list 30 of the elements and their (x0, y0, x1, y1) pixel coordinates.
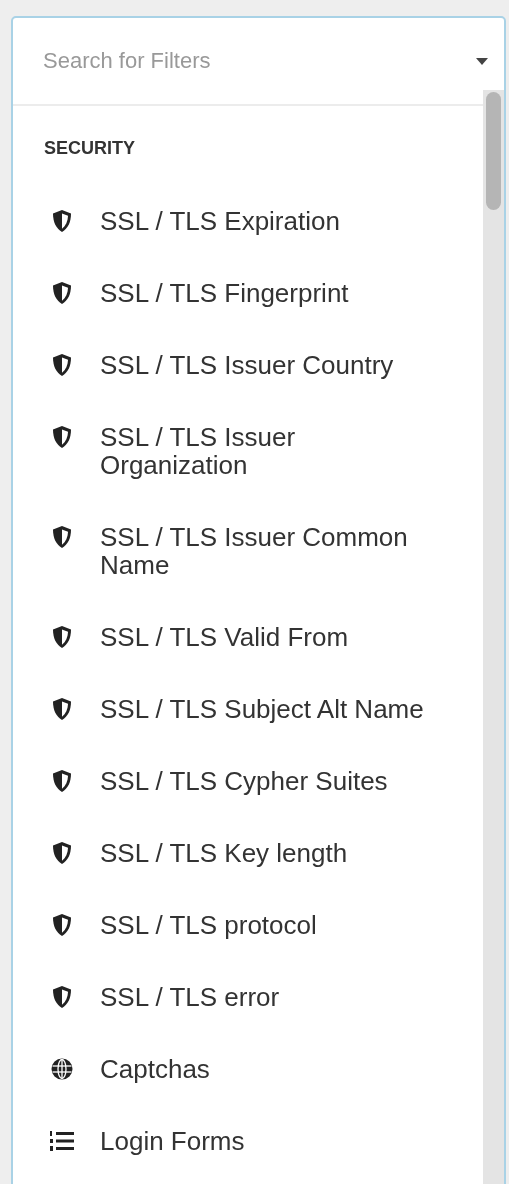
shield-icon (51, 625, 73, 649)
filter-option[interactable]: SSL / TLS Issuer Common Name (100, 523, 436, 579)
shield-icon (51, 281, 73, 305)
shield-icon (51, 697, 73, 721)
search-field[interactable]: Search for Filters (43, 48, 476, 74)
filter-option[interactable]: SSL / TLS Issuer Country (100, 351, 436, 379)
filter-option[interactable]: SSL / TLS Cypher Suites (100, 767, 436, 795)
globe-icon (51, 1058, 73, 1080)
section-heading: SECURITY (43, 137, 136, 160)
filter-option[interactable]: SSL / TLS Expiration (100, 207, 436, 235)
shield-icon (51, 769, 73, 793)
filter-option[interactable]: SSL / TLS Fingerprint (100, 279, 436, 307)
scrollbar-thumb[interactable] (486, 92, 501, 210)
shield-icon (51, 425, 73, 449)
shield-icon (51, 525, 73, 549)
shield-icon (51, 913, 73, 937)
filter-option[interactable]: SSL / TLS Subject Alt Name (100, 695, 436, 723)
filter-option[interactable]: Captchas (100, 1055, 436, 1083)
shield-icon (51, 841, 73, 865)
shield-icon (51, 209, 73, 233)
filter-option[interactable]: Login Forms (100, 1127, 436, 1155)
caret-icon[interactable] (476, 57, 488, 65)
filter-option[interactable]: SSL / TLS Valid From (100, 623, 436, 651)
filter-option[interactable]: SSL / TLS error (100, 983, 436, 1011)
filter-option[interactable]: SSL / TLS Key length (100, 839, 436, 867)
shield-icon (51, 985, 73, 1009)
filter-option[interactable]: SSL / TLS Issuer Organization (100, 423, 436, 479)
numbered-list-icon (50, 1130, 74, 1152)
shield-icon (51, 353, 73, 377)
filter-option[interactable]: SSL / TLS protocol (100, 911, 436, 939)
